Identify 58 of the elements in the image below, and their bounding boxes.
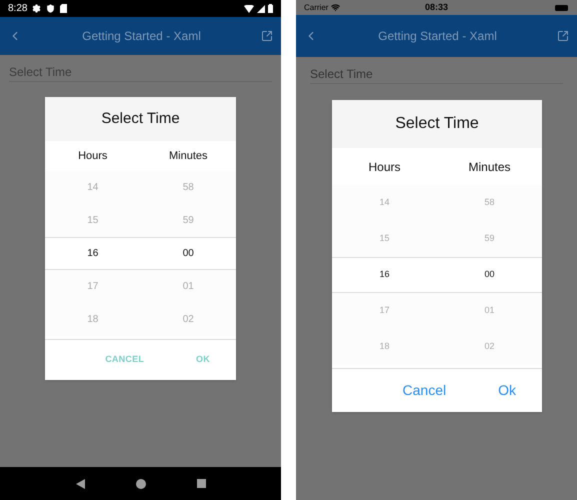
gear-icon <box>32 4 42 13</box>
hour-value: 16 <box>87 247 98 261</box>
minute-value: 59 <box>484 232 494 246</box>
ok-button[interactable]: OK <box>190 353 216 367</box>
dialog-title: Select Time <box>101 108 180 129</box>
ok-button[interactable]: Ok <box>492 380 522 401</box>
cancel-button[interactable]: CANCEL <box>99 353 150 367</box>
time-input-field[interactable]: Select Time <box>9 63 272 82</box>
clock-time: 8:28 <box>8 2 28 16</box>
recents-nav-icon[interactable] <box>196 479 206 488</box>
time-row[interactable]: 15 59 <box>332 221 542 257</box>
column-header: Hours <box>78 148 108 164</box>
external-link-icon[interactable] <box>557 30 569 42</box>
time-row[interactable]: 17 01 <box>45 270 236 303</box>
wifi-icon <box>331 3 340 12</box>
toolbar-title: Getting Started - Xaml <box>378 28 497 45</box>
minute-value: 00 <box>484 268 494 282</box>
hour-value: 14 <box>379 196 390 210</box>
dialog-title: Select Time <box>395 114 479 134</box>
minute-value: 01 <box>182 280 194 294</box>
time-row[interactable]: 14 58 <box>332 185 542 221</box>
hour-value: 18 <box>379 340 390 354</box>
toolbar-title: Getting Started - Xaml <box>82 28 201 45</box>
wifi-icon <box>244 4 254 12</box>
battery-icon <box>268 4 273 13</box>
column-header: Minutes <box>468 158 511 176</box>
column-header: Hours <box>368 158 400 176</box>
time-input-field[interactable]: Select Time <box>310 65 563 84</box>
battery-icon <box>555 4 569 10</box>
time-row[interactable]: 18 02 <box>332 329 542 365</box>
shield-icon <box>46 4 56 13</box>
sd-card-icon <box>60 4 68 13</box>
minute-value: 02 <box>484 340 494 354</box>
hour-value: 17 <box>379 304 390 318</box>
column-header: Minutes <box>168 148 208 164</box>
time-row[interactable]: 17 01 <box>332 293 542 329</box>
external-link-icon[interactable] <box>261 30 273 42</box>
cancel-button[interactable]: Cancel <box>396 380 452 401</box>
minute-value: 02 <box>182 313 194 327</box>
home-nav-icon[interactable] <box>136 478 146 488</box>
hour-value: 17 <box>87 280 98 294</box>
minute-value: 01 <box>484 304 494 318</box>
time-row[interactable]: 14 58 <box>45 171 236 204</box>
hour-value: 18 <box>87 313 98 327</box>
hour-value: 15 <box>87 214 98 228</box>
minute-value: 59 <box>182 214 194 228</box>
time-row[interactable]: 18 02 <box>45 303 236 336</box>
minute-value: 58 <box>182 181 194 195</box>
time-row[interactable]: 15 59 <box>45 204 236 237</box>
minute-value: 00 <box>182 247 194 261</box>
hour-value: 14 <box>87 181 98 195</box>
minute-value: 58 <box>484 196 494 210</box>
signal-icon <box>257 4 265 12</box>
clock-time: 08:33 <box>424 0 448 14</box>
hour-value: 16 <box>379 268 390 282</box>
hour-value: 15 <box>379 232 390 246</box>
carrier-label: Carrier <box>304 2 328 14</box>
back-nav-icon[interactable] <box>76 478 84 488</box>
